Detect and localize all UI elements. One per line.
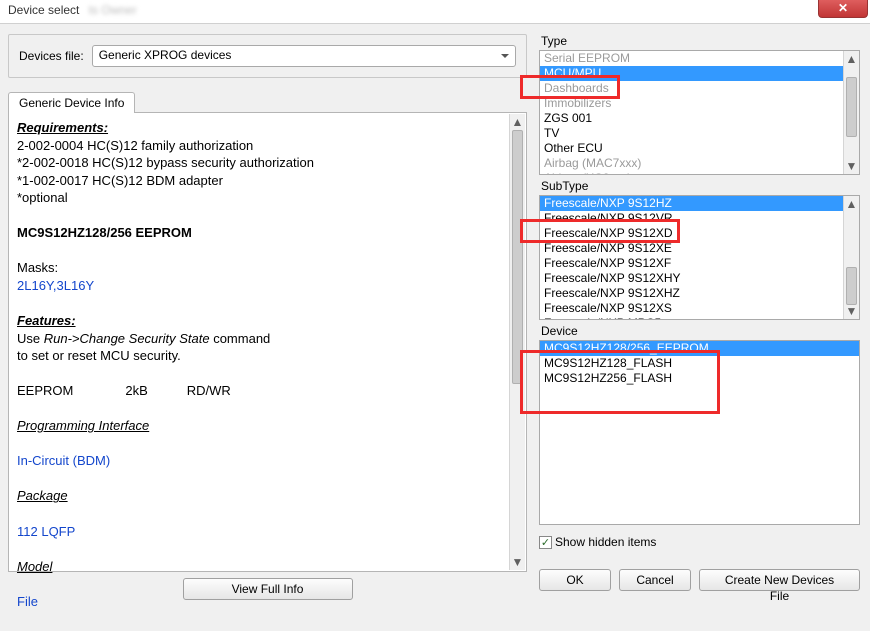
type-item[interactable]: Immobilizers (540, 96, 859, 111)
feature-line: to set or reset MCU security. (17, 347, 500, 365)
requirement-line: *2-002-0018 HC(S)12 bypass security auth… (17, 154, 500, 172)
devices-file-value: Generic XPROG devices (99, 48, 232, 62)
show-hidden-checkbox[interactable]: ✓ (539, 536, 552, 549)
subtype-item[interactable]: Freescale/NXP 9S12XHZ (540, 286, 859, 301)
type-item[interactable]: Other ECU (540, 141, 859, 156)
model-heading: Model (17, 558, 500, 576)
device-info-panel: Requirements: 2-002-0004 HC(S)12 family … (8, 112, 527, 572)
features-heading: Features: (17, 312, 500, 330)
subtype-scrollbar[interactable]: ▲ ▼ (843, 196, 859, 319)
type-item[interactable]: ZGS 001 (540, 111, 859, 126)
package-value[interactable]: 112 LQFP (17, 523, 500, 541)
close-button[interactable]: ✕ (818, 0, 868, 18)
scroll-down-icon[interactable]: ▼ (510, 554, 525, 570)
type-item[interactable]: Serial EEPROM (540, 51, 859, 66)
info-scrollbar[interactable]: ▲ ▼ (509, 114, 525, 570)
masks-value[interactable]: 2L16Y,3L16Y (17, 277, 500, 295)
devices-file-group: Devices file: Generic XPROG devices (8, 34, 527, 78)
ok-button[interactable]: OK (539, 569, 611, 591)
scroll-thumb[interactable] (846, 77, 857, 137)
subtype-item[interactable]: Freescale/NXP MPC5xx (540, 316, 859, 320)
type-scrollbar[interactable]: ▲ ▼ (843, 51, 859, 174)
type-item[interactable]: Airbag (XC2xxx) (540, 171, 859, 175)
feature-line: Use Run->Change Security State command (17, 330, 500, 348)
type-label: Type (541, 34, 860, 48)
package-heading: Package (17, 487, 500, 505)
devices-file-dropdown[interactable]: Generic XPROG devices (92, 45, 516, 67)
subtype-item[interactable]: Freescale/NXP 9S12XS (540, 301, 859, 316)
type-item[interactable]: MCU/MPU (540, 66, 859, 81)
title-blur: ts Owner (89, 3, 137, 17)
cancel-button[interactable]: Cancel (619, 569, 691, 591)
requirement-line: *1-002-0017 HC(S)12 BDM adapter (17, 172, 500, 190)
device-title: MC9S12HZ128/256 EEPROM (17, 224, 500, 242)
subtype-item[interactable]: Freescale/NXP 9S12XD (540, 226, 859, 241)
type-item[interactable]: Dashboards (540, 81, 859, 96)
subtype-item[interactable]: Freescale/NXP 9S12HZ (540, 196, 859, 211)
scroll-up-icon[interactable]: ▲ (510, 114, 525, 130)
subtype-label: SubType (541, 179, 860, 193)
scroll-up-icon[interactable]: ▲ (844, 51, 859, 67)
device-item[interactable]: MC9S12HZ128_FLASH (540, 356, 859, 371)
subtype-listbox[interactable]: Freescale/NXP 9S12HZFreescale/NXP 9S12VR… (539, 195, 860, 320)
requirements-heading: Requirements: (17, 119, 500, 137)
scroll-down-icon[interactable]: ▼ (844, 303, 859, 319)
type-listbox[interactable]: Serial EEPROMMCU/MPUDashboardsImmobilize… (539, 50, 860, 175)
type-item[interactable]: Airbag (MAC7xxx) (540, 156, 859, 171)
device-listbox[interactable]: MC9S12HZ128/256_EEPROMMC9S12HZ128_FLASHM… (539, 340, 860, 525)
show-hidden-label: Show hidden items (555, 535, 656, 549)
requirement-line: *optional (17, 189, 500, 207)
scroll-up-icon[interactable]: ▲ (844, 196, 859, 212)
device-item[interactable]: MC9S12HZ256_FLASH (540, 371, 859, 386)
device-info-content: Requirements: 2-002-0004 HC(S)12 family … (17, 119, 518, 610)
window-title: Device select (8, 3, 79, 17)
programming-interface-value[interactable]: In-Circuit (BDM) (17, 452, 500, 470)
subtype-item[interactable]: Freescale/NXP 9S12VR (540, 211, 859, 226)
requirement-line: 2-002-0004 HC(S)12 family authorization (17, 137, 500, 155)
create-new-devices-file-button[interactable]: Create New Devices File (699, 569, 860, 591)
title-bar: Device select ts Owner ✕ (0, 0, 870, 24)
type-item[interactable]: TV (540, 126, 859, 141)
devices-file-label: Devices file: (19, 49, 84, 63)
tab-generic-device-info[interactable]: Generic Device Info (8, 92, 135, 113)
scroll-thumb[interactable] (512, 130, 523, 384)
close-icon: ✕ (838, 1, 848, 15)
eeprom-row: EEPROM 2kB RD/WR (17, 382, 500, 400)
device-item[interactable]: MC9S12HZ128/256_EEPROM (540, 341, 859, 356)
show-hidden-row[interactable]: ✓ Show hidden items (539, 535, 860, 549)
scroll-down-icon[interactable]: ▼ (844, 158, 859, 174)
subtype-item[interactable]: Freescale/NXP 9S12XHY (540, 271, 859, 286)
masks-label: Masks: (17, 259, 500, 277)
scroll-thumb[interactable] (846, 267, 857, 305)
subtype-item[interactable]: Freescale/NXP 9S12XF (540, 256, 859, 271)
programming-interface-heading: Programming Interface (17, 417, 500, 435)
subtype-item[interactable]: Freescale/NXP 9S12XE (540, 241, 859, 256)
file-label[interactable]: File (17, 593, 500, 611)
device-label: Device (541, 324, 860, 338)
